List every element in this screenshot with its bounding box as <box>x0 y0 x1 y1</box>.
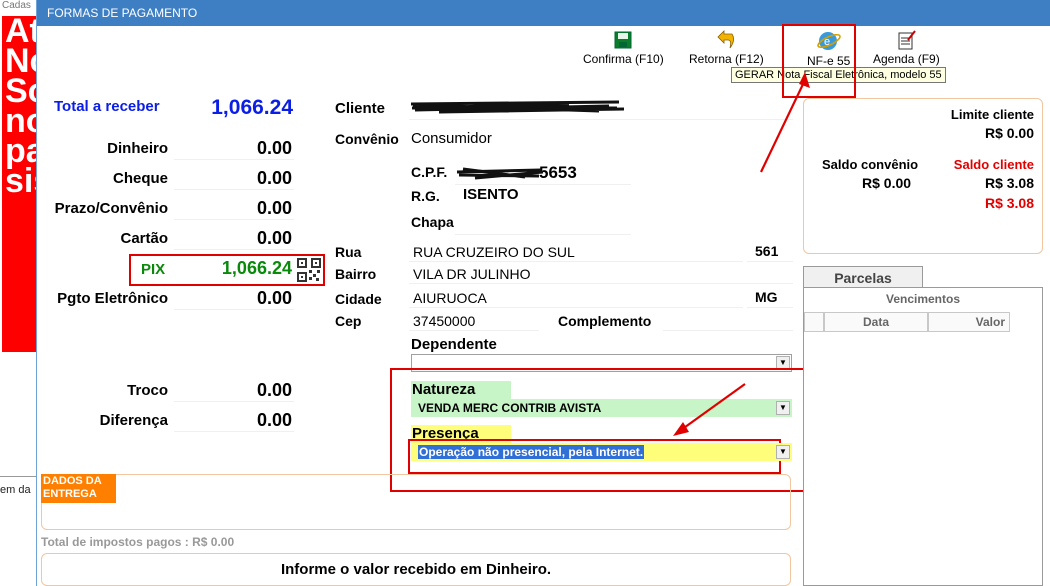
presenca-value: Operação não presencial, pela Internet. <box>418 445 645 459</box>
cliente-label: Cliente <box>335 100 386 117</box>
saldo-convenio-label: Saldo convênio <box>822 157 919 172</box>
save-icon <box>614 31 632 49</box>
diferenca-label: Diferença <box>99 412 168 429</box>
cheque-value: 0.00 <box>256 168 292 188</box>
natureza-value: VENDA MERC CONTRIB AVISTA <box>418 401 602 415</box>
dados-entrega-panel <box>41 474 791 530</box>
cpf-redacted-scribble <box>456 167 544 180</box>
troco-value: 0.00 <box>256 380 292 400</box>
payment-label-dinheiro: Dinheiro <box>107 140 168 157</box>
agenda-button[interactable]: Agenda (F9) <box>873 30 940 66</box>
saldo-convenio-value: R$ 0.00 <box>862 175 912 191</box>
background-text: em da <box>0 484 31 496</box>
troco-label: Troco <box>127 382 168 399</box>
dados-entrega-tag: DADOS DA ENTREGA <box>41 474 116 503</box>
dependente-label: Dependente <box>411 336 497 353</box>
convenio-label: Convênio <box>335 131 399 147</box>
cidade-label: Cidade <box>335 291 382 307</box>
rua-value: RUA CRUZEIRO DO SUL <box>413 244 575 260</box>
payment-label-cartao: Cartão <box>120 230 168 247</box>
cep-label: Cep <box>335 313 362 329</box>
prazo-value: 0.00 <box>256 198 292 218</box>
parcelas-panel: Vencimentos Data Valor <box>803 287 1043 586</box>
chapa-input[interactable] <box>455 211 631 235</box>
diferenca-value: 0.00 <box>256 410 292 430</box>
background-label: Cadas <box>2 0 31 11</box>
grid-row-header <box>804 312 824 332</box>
bairro-value: VILA DR JULINHO <box>413 266 531 282</box>
payment-dialog: FORMAS DE PAGAMENTO Confirma (F10) Retor… <box>36 0 1050 586</box>
client-balance-panel: Limite cliente R$ 0.00 Saldo convênio R$… <box>803 98 1043 254</box>
cartao-value: 0.00 <box>256 228 292 248</box>
total-impostos-text: Total de impostos pagos : R$ 0.00 <box>41 535 235 549</box>
pix-value[interactable]: 1,066.24 <box>174 258 292 279</box>
agenda-button-label: Agenda (F9) <box>873 52 940 66</box>
dialog-title: FORMAS DE PAGAMENTO <box>37 0 1050 26</box>
cidade-value: AIURUOCA <box>413 290 487 306</box>
column-header-valor[interactable]: Valor <box>928 312 1010 332</box>
limite-label: Limite cliente <box>950 107 1034 122</box>
column-header-data[interactable]: Data <box>824 312 928 332</box>
tab-parcelas[interactable]: Parcelas <box>803 266 923 288</box>
return-arrow-icon <box>717 30 735 49</box>
saldo-cliente-label: Saldo cliente <box>953 157 1034 172</box>
background-red-text: sis <box>5 162 38 200</box>
limite-value: R$ 0.00 <box>984 125 1034 141</box>
qr-code-icon[interactable] <box>297 258 321 282</box>
background-red-panel: At No So no pa sis <box>2 16 38 352</box>
cep-value: 37450000 <box>413 313 476 329</box>
saldo-cliente-value: R$ 3.08 <box>984 175 1034 191</box>
natureza-label: Natureza <box>411 381 511 399</box>
background-divider <box>0 476 36 477</box>
pgto-eletronico-value: 0.00 <box>256 288 292 308</box>
cpf-label: C.P.F. <box>411 164 448 180</box>
payment-label-pgto-eletronico: Pgto Eletrônico <box>57 290 168 307</box>
annotation-arrows <box>673 72 810 436</box>
payment-label-prazo: Prazo/Convênio <box>54 200 168 217</box>
redacted-scribble <box>410 100 625 114</box>
agenda-notepad-icon <box>898 30 917 50</box>
rua-label: Rua <box>335 244 362 260</box>
total-label: Total a receber <box>54 98 160 115</box>
payment-label-pix: PIX <box>141 261 166 278</box>
rg-value: ISENTO <box>463 186 519 203</box>
dinheiro-value: 0.00 <box>256 138 292 158</box>
saldo-cliente-value-red: R$ 3.08 <box>984 195 1034 211</box>
total-value: 1,066.24 <box>211 96 293 119</box>
status-message: Informe o valor recebido em Dinheiro. <box>41 553 791 586</box>
vencimentos-header: Vencimentos <box>885 292 961 306</box>
chapa-label: Chapa <box>411 214 454 230</box>
convenio-value: Consumidor <box>411 130 492 147</box>
payment-label-cheque: Cheque <box>112 170 168 187</box>
rg-label: R.G. <box>411 188 440 204</box>
bairro-label: Bairro <box>335 266 377 282</box>
nfe-highlight-box <box>782 24 856 98</box>
